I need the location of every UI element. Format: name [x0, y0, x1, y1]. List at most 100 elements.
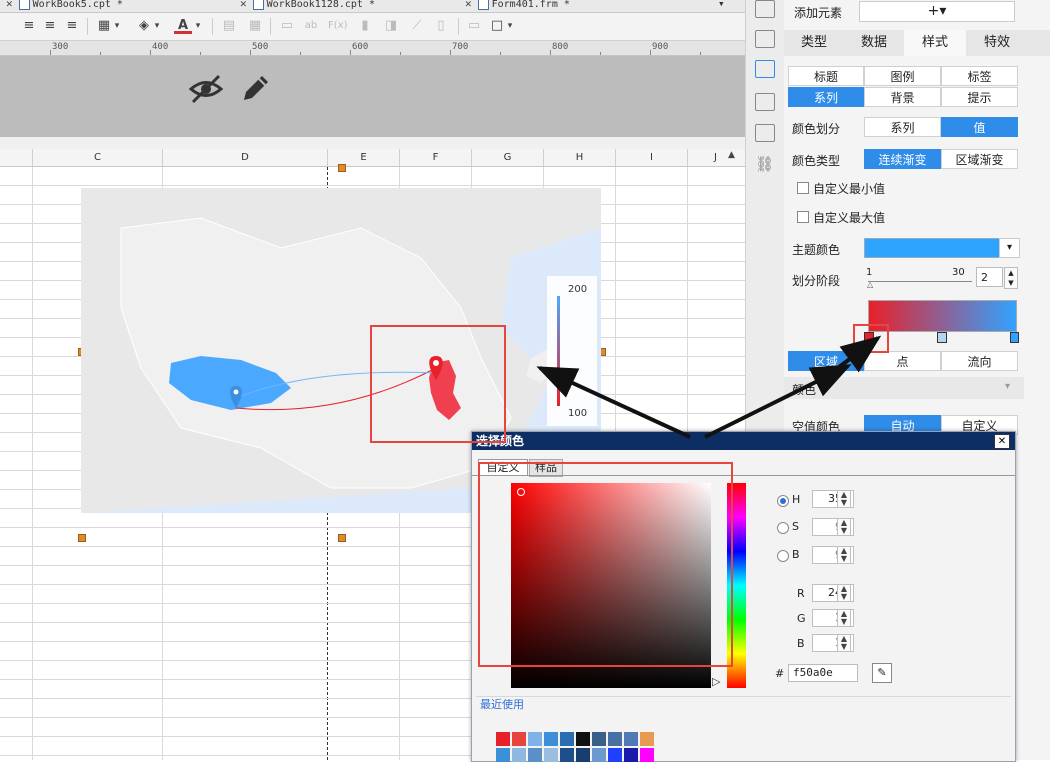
resize-handle[interactable]: [338, 534, 346, 542]
tab-type[interactable]: 类型: [784, 30, 844, 56]
column-header-i[interactable]: I: [615, 149, 687, 166]
text-icon[interactable]: ab: [302, 18, 320, 34]
widget-property-icon[interactable]: [755, 60, 775, 78]
chevron-down-icon[interactable]: ▾: [505, 18, 515, 34]
resize-handle[interactable]: [78, 534, 86, 542]
close-icon[interactable]: ✕: [6, 0, 13, 10]
tab-effects[interactable]: 特效: [966, 30, 1028, 56]
column-header-d[interactable]: D: [162, 149, 327, 166]
close-icon[interactable]: ✕: [994, 434, 1010, 449]
red-stepper[interactable]: ▲ ▼: [837, 584, 851, 602]
column-header-f[interactable]: F: [399, 149, 471, 166]
border-icon[interactable]: ▦: [95, 18, 113, 34]
eyedropper-icon[interactable]: ✎: [872, 663, 892, 683]
hex-input[interactable]: f50a0e: [788, 664, 858, 682]
color-section-header[interactable]: [784, 377, 1024, 399]
image-icon[interactable]: ◨: [382, 18, 400, 34]
recent-color-swatch[interactable]: [592, 732, 606, 746]
tab-form401[interactable]: ✕ Form401.frm *: [465, 0, 570, 12]
recent-color-swatch[interactable]: [496, 732, 510, 746]
chevron-down-icon[interactable]: ▾: [1005, 381, 1010, 392]
align-right-icon[interactable]: ≡: [63, 18, 81, 34]
tab-custom[interactable]: 自定义: [478, 459, 528, 476]
subtab-label[interactable]: 标签: [941, 66, 1018, 86]
sub-report-icon[interactable]: ▯: [432, 18, 450, 34]
font-color-icon[interactable]: A: [174, 18, 192, 34]
stage-stepper[interactable]: ▲ ▼: [1004, 267, 1018, 289]
tab-area[interactable]: 区域: [788, 351, 864, 371]
formula-icon[interactable]: F(x): [328, 18, 347, 34]
chart-icon[interactable]: ▮: [356, 18, 374, 34]
recent-color-swatch[interactable]: [544, 732, 558, 746]
custom-max-checkbox[interactable]: [797, 211, 809, 223]
theme-color-swatch[interactable]: [864, 238, 1000, 258]
tab-data[interactable]: 数据: [844, 30, 904, 56]
chevron-down-icon[interactable]: ▾: [999, 238, 1020, 258]
grid-icon[interactable]: ▦: [246, 18, 264, 34]
recent-color-swatch[interactable]: [560, 732, 574, 746]
tab-workbook5[interactable]: ✕ WorkBook5.cpt *: [6, 0, 123, 12]
merge-cells-icon[interactable]: ▤: [220, 18, 238, 34]
chevron-up-icon[interactable]: ▲: [728, 150, 735, 160]
slash-icon[interactable]: ⟋: [408, 18, 426, 34]
column-header-c[interactable]: C: [32, 149, 162, 166]
radio-brightness[interactable]: [777, 550, 789, 562]
brightness-stepper[interactable]: ▲ ▼: [837, 546, 851, 564]
form-element-icon[interactable]: ▭: [465, 18, 483, 34]
subtab-tooltip[interactable]: 提示: [941, 87, 1018, 107]
recent-color-swatch[interactable]: [512, 732, 526, 746]
gradient-preview-bar[interactable]: [868, 300, 1017, 332]
color-division-value[interactable]: 值: [941, 117, 1018, 137]
hyperlink-icon[interactable]: ⛓: [755, 155, 774, 173]
subtab-title[interactable]: 标题: [788, 66, 864, 86]
color-division-series[interactable]: 系列: [864, 117, 941, 137]
chevron-down-icon[interactable]: ▾: [152, 18, 162, 34]
add-element-button[interactable]: +▾: [859, 1, 1015, 22]
tab-list-menu-icon[interactable]: ▾: [718, 0, 725, 12]
color-type-continuous[interactable]: 连续渐变: [864, 149, 941, 169]
border-style-icon[interactable]: □: [488, 18, 506, 34]
recent-color-swatch[interactable]: [624, 732, 638, 746]
recent-color-swatch[interactable]: [528, 732, 542, 746]
hue-slider-thumb[interactable]: ▷: [712, 675, 720, 688]
chevron-down-icon[interactable]: ▾: [112, 18, 122, 34]
saturation-stepper[interactable]: ▲ ▼: [837, 518, 851, 536]
hue-slider[interactable]: [727, 483, 746, 688]
resize-handle[interactable]: [338, 164, 346, 172]
subtab-series[interactable]: 系列: [788, 87, 864, 107]
radio-hue[interactable]: [777, 495, 789, 507]
fill-color-icon[interactable]: ◈: [135, 18, 153, 34]
saturation-brightness-field[interactable]: [511, 483, 711, 688]
column-header-h[interactable]: H: [543, 149, 615, 166]
radio-saturation[interactable]: [777, 522, 789, 534]
color-picker-cursor[interactable]: [517, 488, 525, 496]
hide-eye-icon[interactable]: [189, 72, 223, 106]
subtab-legend[interactable]: 图例: [864, 66, 941, 86]
tab-point[interactable]: 点: [864, 351, 941, 371]
edit-pencil-icon[interactable]: [240, 72, 272, 104]
stage-input[interactable]: 2: [976, 267, 1003, 287]
tab-workbook1128[interactable]: ✕ WorkBook1128.cpt *: [240, 0, 375, 12]
subtab-background[interactable]: 背景: [864, 87, 941, 107]
tab-flow[interactable]: 流向: [941, 351, 1018, 371]
cell-property-icon[interactable]: [755, 0, 775, 18]
widget-settings-icon[interactable]: [755, 93, 775, 111]
text-field-icon[interactable]: ▭: [278, 18, 296, 34]
recent-color-swatch[interactable]: [576, 732, 590, 746]
close-icon[interactable]: ✕: [240, 0, 247, 10]
column-header-g[interactable]: G: [471, 149, 543, 166]
stage-slider-thumb[interactable]: △: [867, 280, 873, 289]
hue-stepper[interactable]: ▲ ▼: [837, 490, 851, 508]
align-center-icon[interactable]: ≡: [41, 18, 59, 34]
stage-slider-track[interactable]: [868, 281, 972, 282]
chevron-down-icon[interactable]: ▾: [193, 18, 203, 34]
align-left-icon[interactable]: ≡: [20, 18, 38, 34]
gradient-stop-middle[interactable]: [937, 332, 947, 343]
blue-stepper[interactable]: ▲ ▼: [837, 634, 851, 652]
gradient-stop-start[interactable]: [864, 332, 874, 343]
color-type-range[interactable]: 区域渐变: [941, 149, 1018, 169]
recent-color-swatch[interactable]: [608, 732, 622, 746]
stack-icon[interactable]: [755, 124, 775, 142]
close-icon[interactable]: ✕: [465, 0, 472, 10]
condition-attribute-icon[interactable]: [755, 30, 775, 48]
